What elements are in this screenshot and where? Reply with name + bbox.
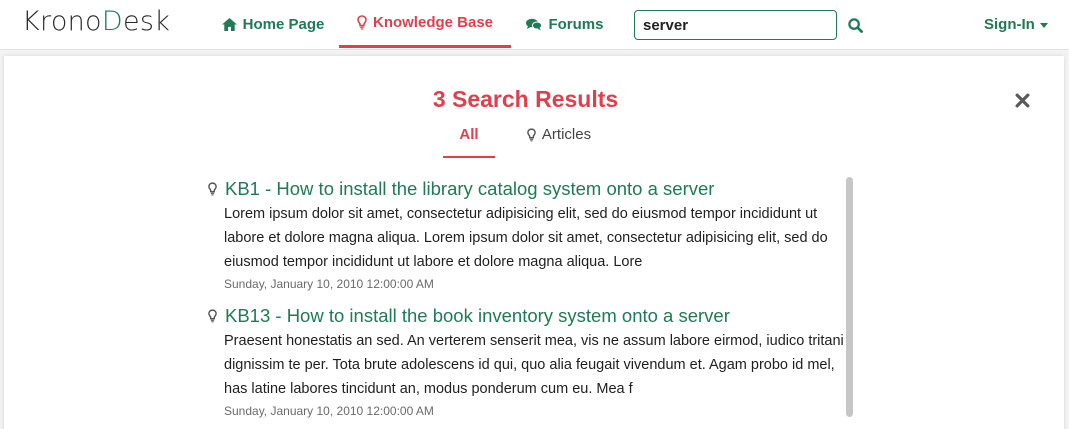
result-date: Sunday, January 10, 2010 12:00:00 AM <box>224 404 434 418</box>
lightbulb-icon <box>208 309 217 323</box>
top-navbar: KronoDesk Home Page Knowledge Base Forum… <box>0 0 1069 50</box>
list-item: KB1 - How to install the library catalog… <box>208 176 850 293</box>
result-date: Sunday, January 10, 2010 12:00:00 AM <box>224 277 434 291</box>
search-input[interactable] <box>634 10 837 40</box>
lightbulb-icon <box>527 128 536 142</box>
tab-articles[interactable]: Articles <box>514 126 604 158</box>
nav-home-label: Home Page <box>242 15 325 33</box>
signin-dropdown[interactable]: Sign-In <box>984 0 1048 48</box>
tab-all[interactable]: All <box>443 126 495 158</box>
chevron-down-icon <box>1039 22 1048 28</box>
close-button[interactable] <box>1015 93 1033 111</box>
list-item: KB13 - How to install the book inventory… <box>208 303 850 420</box>
results-list: KB1 - How to install the library catalog… <box>208 176 850 429</box>
search-results-panel: 3 Search Results All Articles KB1 - How … <box>4 56 1064 429</box>
nav-forums[interactable]: Forums <box>518 0 612 48</box>
close-icon <box>1015 93 1030 108</box>
result-title-link[interactable]: KB1 - How to install the library catalog… <box>225 176 850 202</box>
comments-icon <box>526 18 543 30</box>
result-summary: Lorem ipsum dolor sit amet, consectetur … <box>224 206 828 270</box>
result-summary: Praesent honestatis an sed. An verterem … <box>224 333 844 397</box>
nav-forums-label: Forums <box>548 15 604 33</box>
lightbulb-icon <box>357 15 367 30</box>
home-icon <box>221 17 237 31</box>
tab-all-label: All <box>459 126 479 143</box>
results-scrollbar[interactable] <box>846 177 853 417</box>
search-icon <box>847 17 863 33</box>
nav-knowledge-base[interactable]: Knowledge Base <box>339 0 511 48</box>
nav-home-page[interactable]: Home Page <box>213 0 333 48</box>
results-title: 3 Search Results <box>432 86 619 112</box>
search-button[interactable] <box>844 14 866 36</box>
logo-text-tail: esk <box>122 6 171 37</box>
lightbulb-icon <box>208 182 217 196</box>
tab-articles-label: Articles <box>541 126 592 143</box>
result-title-link[interactable]: KB13 - How to install the book inventory… <box>225 303 850 329</box>
signin-label: Sign-In <box>984 15 1035 33</box>
kronodesk-logo[interactable]: KronoDesk <box>22 6 170 37</box>
logo-text-accent: D <box>101 6 123 37</box>
nav-knowledge-base-label: Knowledge Base <box>372 14 494 31</box>
logo-text-main: Krono <box>22 6 102 37</box>
